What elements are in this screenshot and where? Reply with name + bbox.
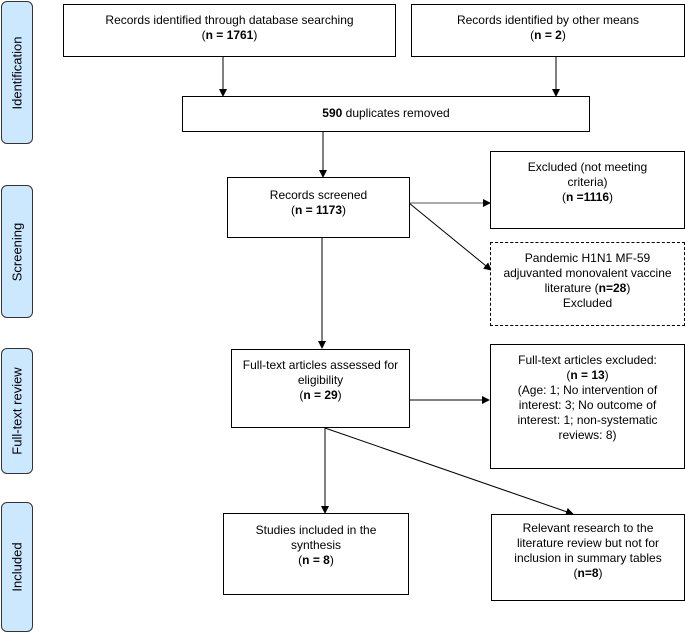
count-value: n = 2: [534, 28, 562, 42]
box-text: Studies included in the synthesis: [255, 523, 377, 552]
box-count: (n=28): [594, 281, 631, 295]
box-pandemic-excluded: Pandemic H1N1 MF-59 adjuvanted monovalen…: [490, 242, 685, 326]
box-count: (n = 1761): [201, 28, 258, 42]
box-count: (n=8): [573, 566, 603, 580]
box-excluded-criteria: Excluded (not meeting criteria) (n =1116…: [490, 151, 685, 229]
box-database-search: Records identified through database sear…: [63, 4, 396, 57]
count-value: n = 13: [570, 368, 605, 382]
box-text: Records screened: [269, 188, 368, 202]
box-text: Records identified through database sear…: [105, 13, 354, 27]
box-text: Full-text articles assessed for eligibil…: [242, 358, 399, 387]
box-text: Full-text articles excluded:: [518, 353, 657, 367]
count-value: n=8: [577, 566, 599, 580]
box-count: (n = 13): [566, 368, 609, 382]
box-detail: (Age: 1; No intervention of interest: 3;…: [517, 383, 658, 442]
box-fulltext-excluded: Full-text articles excluded: (n = 13) (A…: [490, 344, 685, 469]
box-text: Excluded (not meeting criteria): [527, 160, 648, 189]
box-text: Records identified by other means: [456, 13, 640, 27]
box-count: (n =1116): [561, 190, 614, 204]
box-count: (n = 1173): [290, 203, 347, 217]
box-duplicates-removed: 590 duplicates removed: [182, 96, 590, 132]
box-text: duplicates removed: [345, 106, 450, 120]
box-text: Pandemic H1N1 MF-59 adjuvanted monovalen…: [503, 251, 672, 295]
count-value: n = 8: [302, 553, 330, 567]
count-value: n=28: [598, 281, 627, 295]
count-value: 590: [322, 106, 343, 120]
count-value: n =1116: [565, 190, 610, 204]
count-value: n = 1761: [205, 28, 254, 42]
count-value: n = 29: [303, 388, 338, 402]
count-value: n = 1173: [294, 203, 343, 217]
box-fulltext-assessed: Full-text articles assessed for eligibil…: [231, 349, 410, 428]
arrow-screened-to-pandemic: [408, 202, 492, 271]
box-count: (n = 8): [298, 553, 334, 567]
box-text: Relevant research to the literature revi…: [514, 521, 662, 565]
box-studies-included: Studies included in the synthesis (n = 8…: [223, 513, 409, 595]
box-relevant-research: Relevant research to the literature revi…: [491, 514, 685, 601]
box-count: (n = 29): [299, 388, 342, 402]
box-records-screened: Records screened (n = 1173): [227, 177, 410, 238]
box-count: (n = 2): [530, 28, 566, 42]
box-other-means: Records identified by other means (n = 2…: [411, 4, 685, 57]
box-suffix: Excluded: [562, 296, 613, 310]
